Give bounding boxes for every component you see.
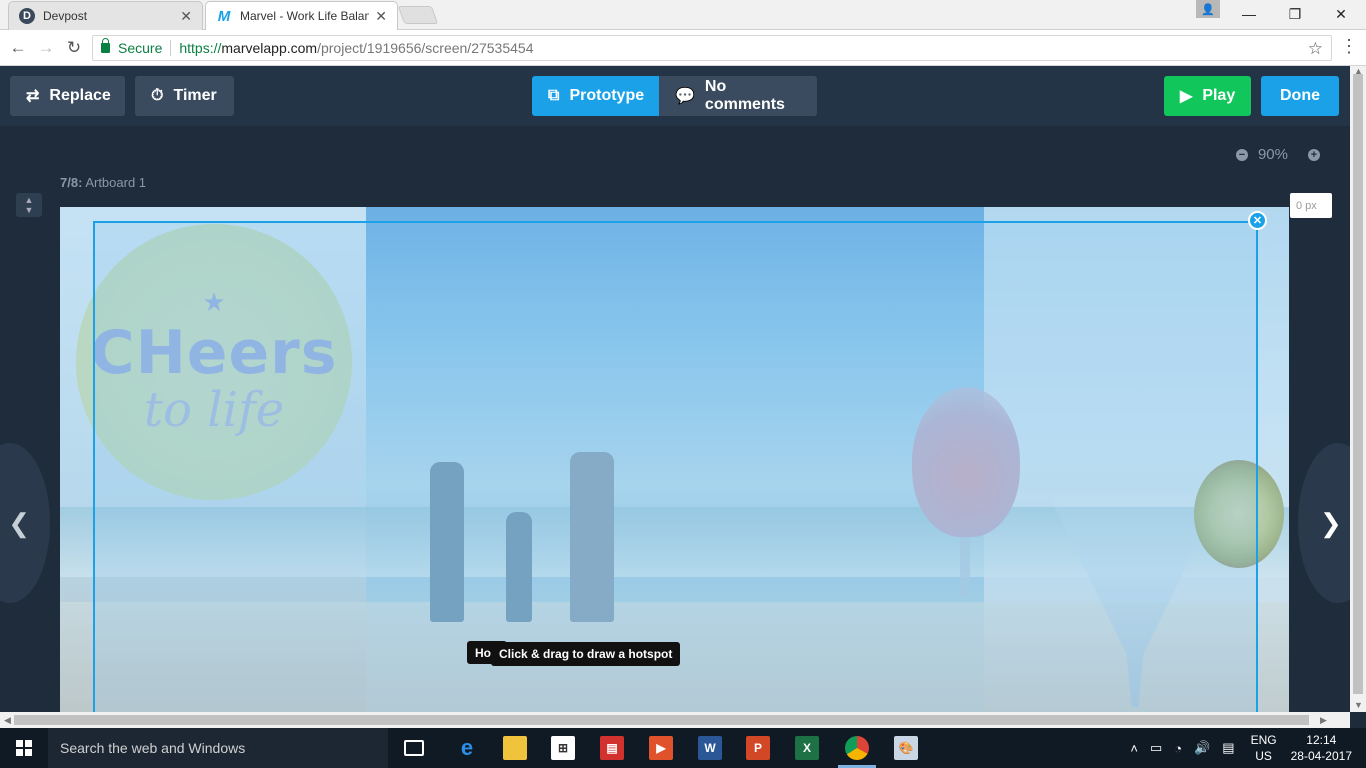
tray-chevron-icon[interactable]: ˄: [1130, 741, 1138, 756]
tab-marvel[interactable]: M Marvel - Work Life Balan ✕: [205, 1, 398, 30]
url-host: marvelapp.com: [221, 40, 318, 56]
timer-label: Timer: [173, 87, 217, 104]
minimize-icon[interactable]: —: [1226, 0, 1272, 28]
clock[interactable]: 12:14 28-04-2017: [1291, 732, 1352, 764]
px-input[interactable]: 0 px: [1290, 193, 1332, 218]
comments-tab[interactable]: 💬 No comments: [659, 76, 817, 116]
paint-icon[interactable]: 🎨: [894, 736, 918, 760]
screen-index: 7/8:: [60, 175, 83, 190]
secure-indicator[interactable]: Secure: [101, 38, 163, 56]
language-indicator[interactable]: ENG US: [1251, 732, 1277, 764]
prototype-tab[interactable]: ⧉ Prototype: [532, 76, 659, 116]
language-code: ENG: [1250, 733, 1277, 747]
scroll-left-icon[interactable]: ◀: [4, 715, 11, 726]
next-screen-button[interactable]: ❯: [1298, 443, 1350, 603]
tab-devpost[interactable]: D Devpost ✕: [8, 1, 203, 30]
system-tray: ˄ ▭ ◔ 🔊 ▤ ENG US 12:14 28-04-2017: [1124, 728, 1366, 768]
bookmark-star-icon[interactable]: ☆: [1308, 39, 1323, 59]
previous-screen-button[interactable]: ❮: [0, 443, 50, 603]
breadcrumb: 7/8: Artboard 1: [60, 175, 146, 190]
taskbar-search[interactable]: Search the web and Windows: [48, 728, 388, 768]
tab-title: Marvel - Work Life Balan: [240, 9, 370, 23]
new-tab-button[interactable]: [397, 6, 439, 24]
speech-bubble-icon: 💬: [675, 88, 695, 105]
done-label: Done: [1280, 87, 1320, 104]
clock-time: 12:14: [1306, 733, 1337, 747]
screen: D Devpost ✕ M Marvel - Work Life Balan ✕…: [0, 0, 1366, 768]
crop-icon: ⧉: [548, 87, 560, 104]
battery-icon[interactable]: ▭: [1150, 740, 1162, 756]
task-view-icon[interactable]: [404, 740, 424, 756]
browser-tab-strip: D Devpost ✕ M Marvel - Work Life Balan ✕…: [0, 0, 1366, 30]
chrome-menu-icon[interactable]: ⋮: [1340, 36, 1358, 57]
user-profile-icon[interactable]: 👤: [1196, 0, 1220, 18]
file-explorer-icon[interactable]: [503, 736, 527, 760]
timer-button[interactable]: ⏱ Timer: [135, 76, 234, 116]
edge-icon[interactable]: e: [455, 735, 479, 760]
vertical-scroll-thumb[interactable]: [1353, 74, 1363, 694]
reader-icon[interactable]: ▤: [600, 736, 624, 760]
devpost-favicon-icon: D: [19, 8, 35, 24]
replace-button[interactable]: ⇄ Replace: [10, 76, 125, 116]
horizontal-scroll-thumb[interactable]: [14, 715, 1309, 725]
hotspot-close-icon[interactable]: ✕: [1248, 211, 1267, 230]
windows-logo-icon: [16, 740, 32, 756]
hotspot-tooltip: Click & drag to draw a hotspot: [491, 642, 681, 666]
forward-arrow-icon[interactable]: →: [34, 36, 58, 60]
zoom-control: − 90% +: [1226, 146, 1320, 163]
notifications-icon[interactable]: ▤: [1222, 740, 1234, 756]
swap-icon: ⇄: [26, 88, 40, 105]
chevron-right-icon: ❯: [1320, 507, 1342, 538]
prototype-label: Prototype: [569, 87, 645, 104]
sort-toggle-icon[interactable]: ▲ ▼: [16, 193, 42, 217]
powerpoint-icon[interactable]: P: [746, 736, 770, 760]
marvel-toolbar: ⇄ Replace ⏱ Timer ⧉ Prototype 💬 No comme…: [0, 66, 1350, 126]
chevron-left-icon: ❮: [8, 507, 30, 538]
vertical-scrollbar[interactable]: ▲ ▼: [1350, 66, 1366, 712]
windows-taskbar: Search the web and Windows e ⊞ ▤ ▶ W P X…: [0, 728, 1366, 768]
region-code: US: [1255, 749, 1272, 763]
play-label: Play: [1202, 87, 1236, 104]
app-icon[interactable]: ▶: [649, 736, 673, 760]
artboard-name: Artboard 1: [85, 175, 147, 190]
window-close-icon[interactable]: ✕: [1318, 0, 1364, 28]
store-icon[interactable]: ⊞: [551, 736, 575, 760]
play-button[interactable]: ▶ Play: [1164, 76, 1251, 116]
close-tab-icon[interactable]: ✕: [375, 8, 387, 25]
url-path: /project/1919656/screen/27535454: [317, 40, 534, 56]
scroll-right-icon[interactable]: ▶: [1320, 715, 1327, 726]
done-button[interactable]: Done: [1261, 76, 1339, 116]
wifi-icon[interactable]: ◔: [1174, 741, 1182, 756]
address-bar[interactable]: Secure https://marvelapp.com/project/191…: [92, 35, 1332, 61]
back-arrow-icon[interactable]: ←: [6, 36, 30, 60]
start-button[interactable]: [0, 728, 48, 768]
replace-label: Replace: [49, 87, 111, 104]
separator: [170, 40, 172, 56]
zoom-level: 90%: [1257, 146, 1288, 163]
chrome-icon[interactable]: [845, 736, 869, 760]
clock-date: 28-04-2017: [1290, 749, 1352, 763]
play-icon: ▶: [1180, 88, 1193, 105]
close-tab-icon[interactable]: ✕: [180, 8, 192, 25]
excel-icon[interactable]: X: [795, 736, 819, 760]
marvel-favicon-icon: M: [217, 7, 231, 25]
restore-icon[interactable]: ❐: [1272, 0, 1318, 28]
zoom-out-icon[interactable]: −: [1235, 148, 1248, 161]
comments-label: No comments: [704, 78, 785, 113]
url-scheme: https://: [179, 40, 222, 56]
lock-icon: [101, 38, 110, 53]
horizontal-scrollbar[interactable]: ◀ ▶: [0, 712, 1350, 728]
zoom-in-icon[interactable]: +: [1308, 148, 1320, 161]
volume-icon[interactable]: 🔊: [1194, 740, 1210, 756]
reload-icon[interactable]: ↻: [62, 36, 86, 60]
browser-toolbar: ← → ↻ Secure https://marvelapp.com/proje…: [0, 30, 1366, 66]
tab-title: Devpost: [43, 9, 88, 23]
secure-label: Secure: [118, 40, 163, 56]
stopwatch-icon: ⏱: [151, 87, 164, 104]
word-icon[interactable]: W: [698, 736, 722, 760]
scroll-down-icon[interactable]: ▼: [1354, 700, 1363, 710]
